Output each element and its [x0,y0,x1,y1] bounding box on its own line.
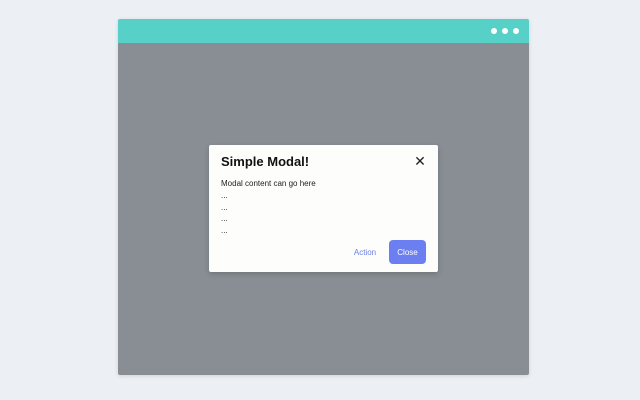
simple-modal: Simple Modal! ✕ Modal content can go her… [209,145,438,272]
modal-body: Modal content can go here ... ... ... ..… [221,178,426,237]
modal-body-line: ... [221,214,228,224]
modal-body-line: Modal content can go here [221,179,316,188]
action-button[interactable]: Action [353,244,377,260]
modal-body-line: ... [221,202,228,212]
modal-footer: Action Close [353,240,426,264]
modal-title: Simple Modal! [221,154,310,169]
more-dots-icon[interactable] [491,28,519,34]
dot [513,28,519,34]
window-titlebar [118,19,529,43]
modal-body-line: ... [221,226,228,236]
dot [491,28,497,34]
dot [502,28,508,34]
close-button[interactable]: Close [389,240,426,264]
modal-body-line: ... [221,190,228,200]
close-icon[interactable]: ✕ [414,154,426,168]
